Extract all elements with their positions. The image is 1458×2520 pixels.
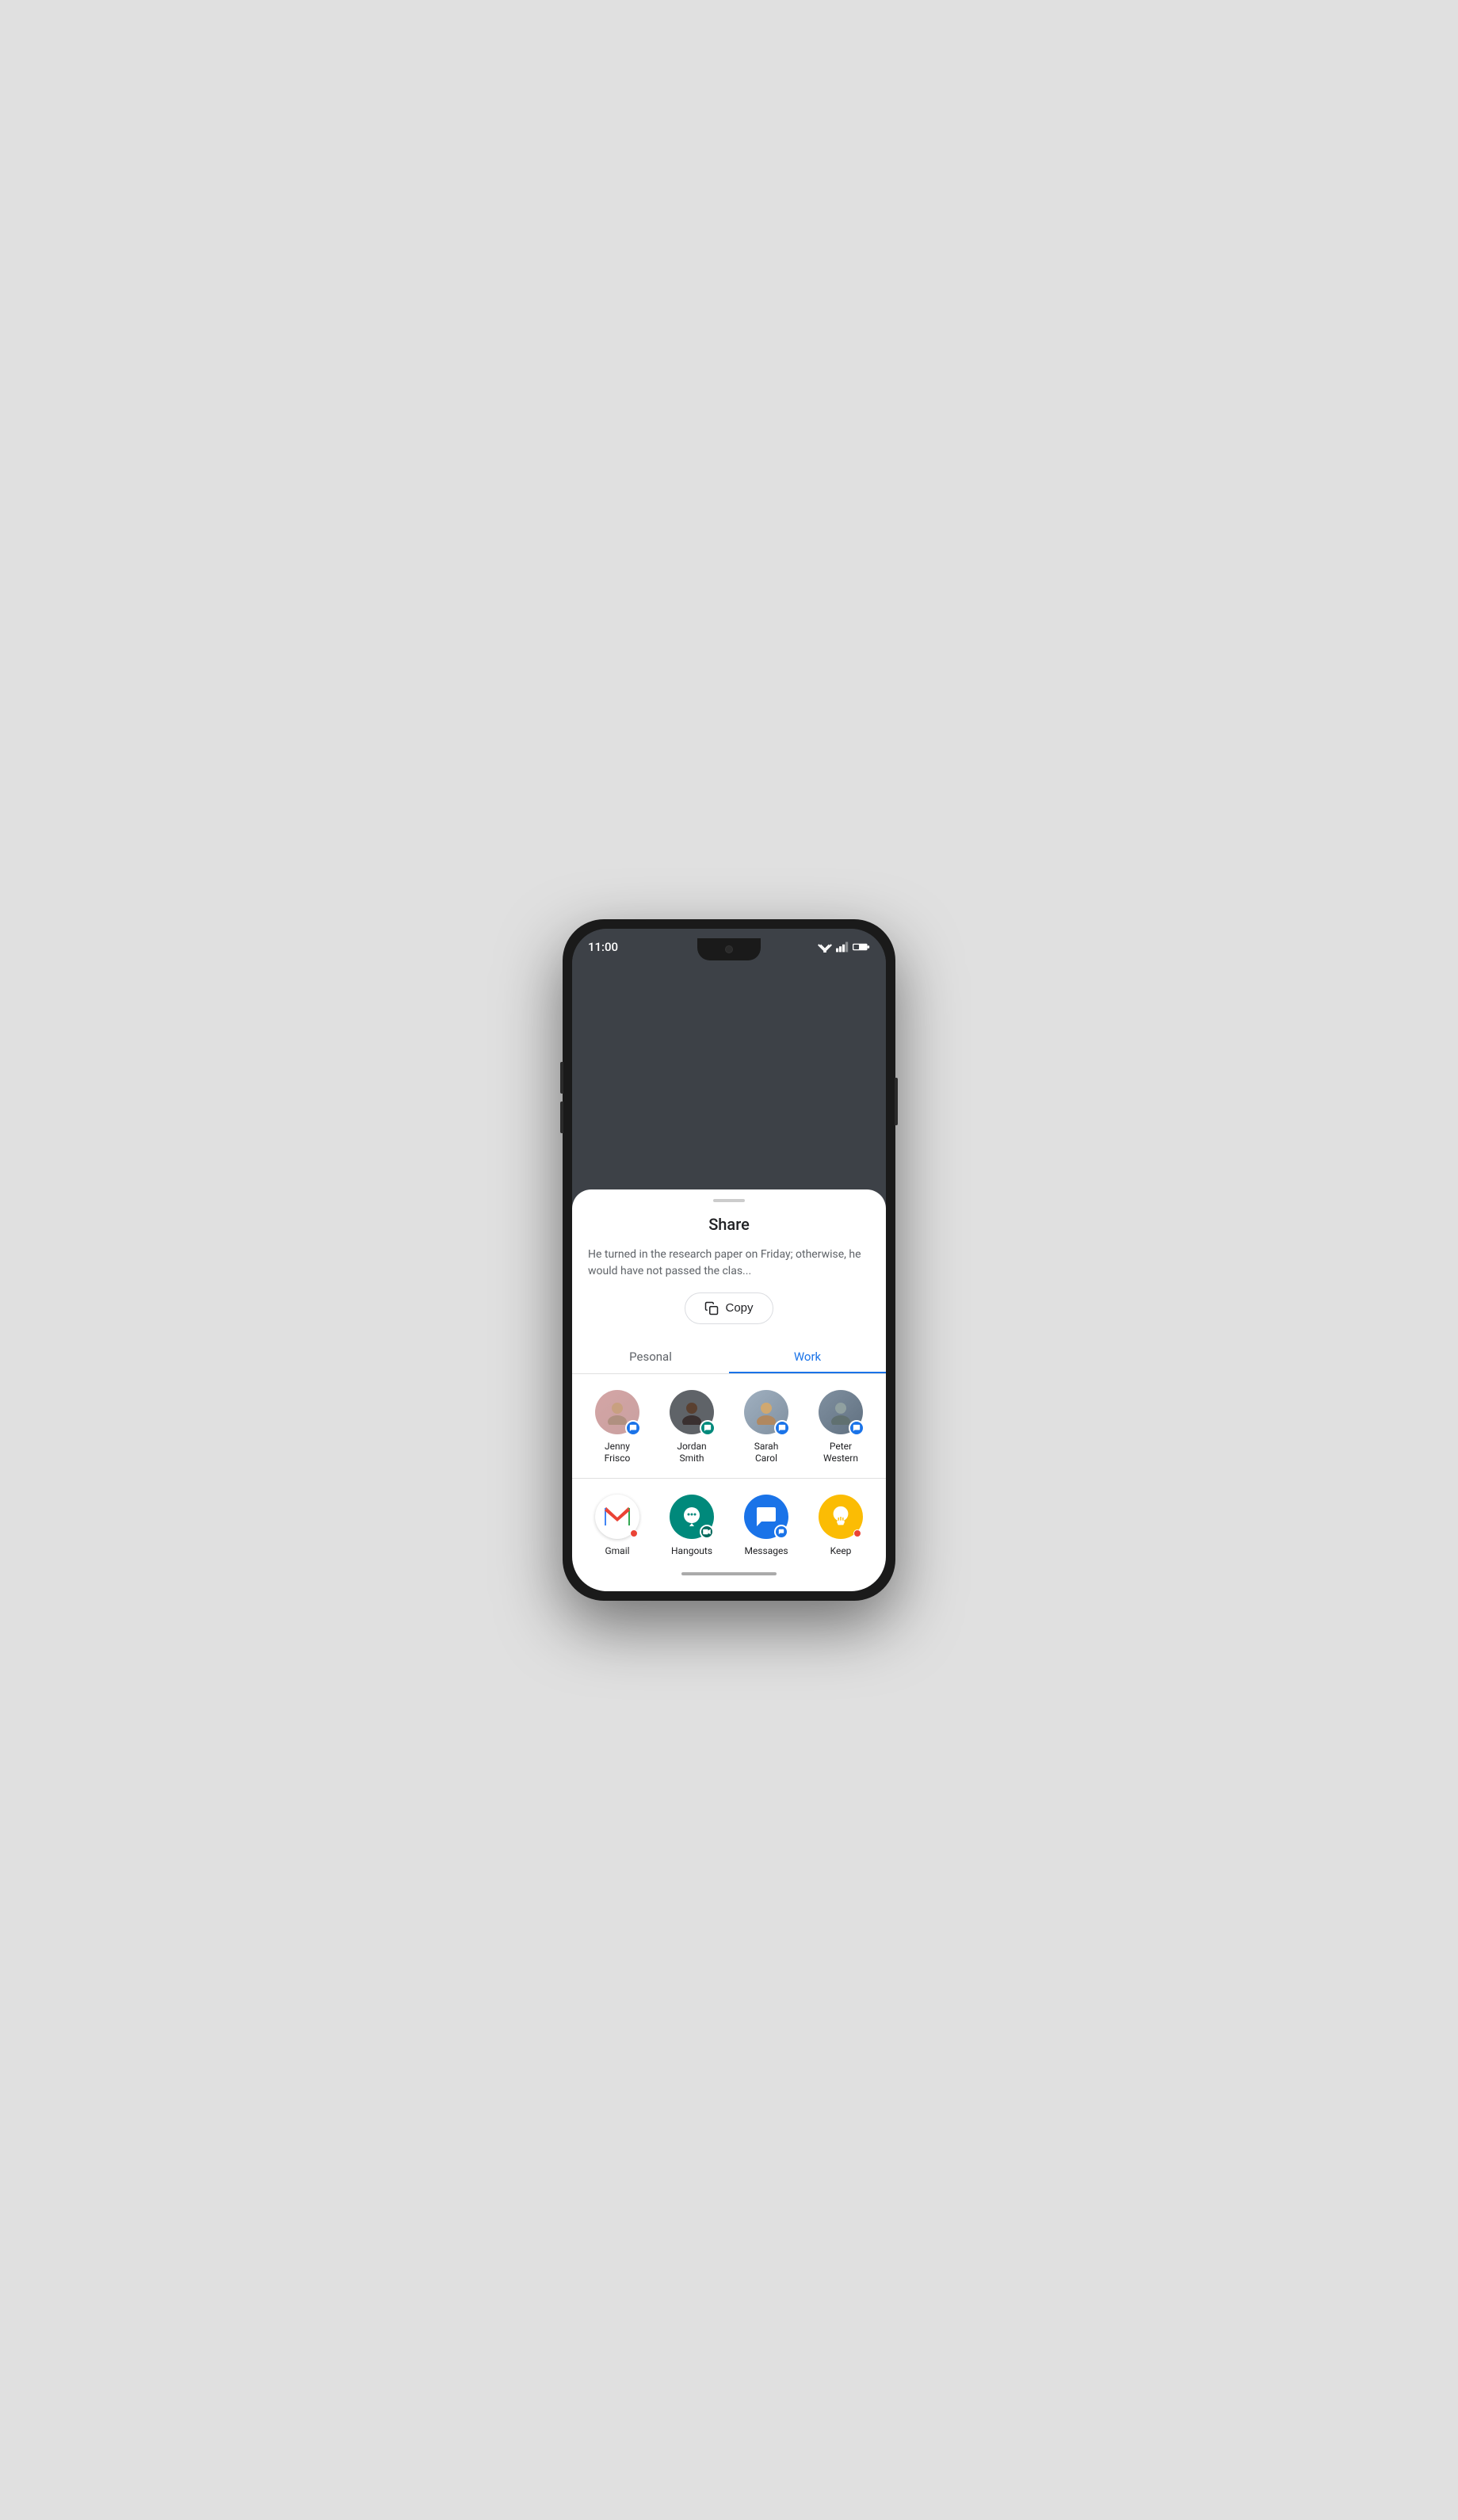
hangouts-badge-icon xyxy=(703,1529,711,1535)
app-hangouts[interactable]: Hangouts xyxy=(660,1495,723,1556)
copy-icon xyxy=(704,1301,719,1315)
wifi-icon xyxy=(818,941,832,953)
volume-up-button[interactable] xyxy=(560,1062,563,1094)
sarah-badge-icon xyxy=(778,1424,786,1432)
preview-text: He turned in the research paper on Frida… xyxy=(572,1247,886,1280)
gmail-logo xyxy=(604,1506,631,1527)
messages-label: Messages xyxy=(744,1545,788,1556)
tab-personal[interactable]: Pesonal xyxy=(572,1340,729,1373)
hangouts-badge xyxy=(700,1525,714,1539)
jenny-name: JennyFrisco xyxy=(605,1441,631,1465)
app-messages[interactable]: Messages xyxy=(735,1495,798,1556)
copy-label: Copy xyxy=(725,1301,753,1315)
contact-sarah-carol[interactable]: SarahCarol xyxy=(735,1390,798,1465)
sarah-avatar-container xyxy=(744,1390,788,1434)
jordan-badge-icon xyxy=(704,1424,712,1432)
hangouts-icon xyxy=(670,1495,714,1539)
app-gmail[interactable]: Gmail xyxy=(586,1495,649,1556)
status-time: 11:00 xyxy=(588,940,618,954)
tab-work[interactable]: Work xyxy=(729,1340,886,1373)
peter-badge-icon xyxy=(853,1424,861,1432)
tabs-container: Pesonal Work xyxy=(572,1340,886,1374)
hangouts-label: Hangouts xyxy=(671,1545,712,1556)
peter-photo xyxy=(828,1399,853,1425)
peter-badge xyxy=(849,1420,864,1436)
messages-icon xyxy=(744,1495,788,1539)
keep-label: Keep xyxy=(830,1545,852,1556)
jordan-photo xyxy=(679,1399,704,1425)
notch xyxy=(697,938,761,960)
contact-peter-western[interactable]: PeterWestern xyxy=(809,1390,872,1465)
gmail-icon xyxy=(595,1495,639,1539)
status-icons xyxy=(818,941,870,953)
gmail-label: Gmail xyxy=(605,1545,629,1556)
jordan-badge xyxy=(700,1420,716,1436)
sarah-photo xyxy=(754,1399,779,1425)
copy-button-container: Copy xyxy=(572,1292,886,1324)
keep-logo xyxy=(829,1504,853,1529)
messages-badge-icon xyxy=(777,1529,785,1535)
messages-badge xyxy=(774,1525,788,1539)
power-button[interactable] xyxy=(895,1078,898,1125)
apps-row: Gmail xyxy=(572,1479,886,1564)
sheet-title: Share xyxy=(572,1215,886,1234)
phone-screen: 11:00 xyxy=(572,929,886,1591)
sarah-badge xyxy=(774,1420,790,1436)
jenny-photo xyxy=(605,1399,630,1425)
keep-badge xyxy=(853,1529,861,1537)
drag-handle[interactable] xyxy=(713,1199,745,1202)
home-indicator[interactable] xyxy=(681,1572,777,1575)
contact-jenny-frisco[interactable]: JennyFrisco xyxy=(586,1390,649,1465)
jordan-name: JordanSmith xyxy=(677,1441,706,1465)
peter-name: PeterWestern xyxy=(823,1441,858,1465)
peter-avatar-container xyxy=(819,1390,863,1434)
jordan-avatar-container xyxy=(670,1390,714,1434)
jenny-avatar-container xyxy=(595,1390,639,1434)
sarah-name: SarahCarol xyxy=(754,1441,779,1465)
app-background xyxy=(572,960,886,1189)
contact-jordan-smith[interactable]: JordanSmith xyxy=(660,1390,723,1465)
camera xyxy=(725,945,733,953)
hangouts-logo xyxy=(679,1504,704,1529)
jenny-badge-icon xyxy=(629,1424,637,1432)
phone-device: 11:00 xyxy=(563,919,895,1601)
contacts-row: JennyFrisco xyxy=(572,1374,886,1479)
jenny-badge xyxy=(625,1420,641,1436)
signal-icon xyxy=(836,941,849,953)
messages-logo xyxy=(754,1504,779,1529)
keep-icon xyxy=(819,1495,863,1539)
share-sheet: Share He turned in the research paper on… xyxy=(572,1189,886,1591)
copy-button[interactable]: Copy xyxy=(685,1292,773,1324)
battery-icon xyxy=(853,941,870,953)
app-keep[interactable]: Keep xyxy=(809,1495,872,1556)
gmail-badge xyxy=(630,1529,638,1537)
volume-down-button[interactable] xyxy=(560,1102,563,1133)
